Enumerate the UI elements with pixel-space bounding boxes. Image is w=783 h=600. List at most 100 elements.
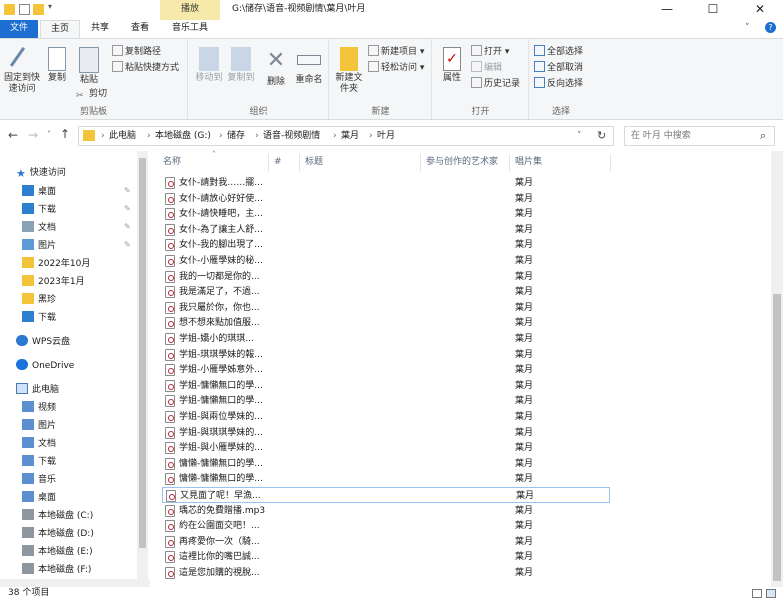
nav-pc-item[interactable]: 视频 (22, 399, 56, 417)
recent-locations-icon[interactable]: ˅ (47, 130, 51, 139)
move-to-button[interactable]: 移动到 (193, 45, 225, 84)
tab-file[interactable]: 文件 (0, 20, 38, 38)
select-all-button[interactable]: 全部选择 (534, 45, 583, 59)
tab-share[interactable]: 共享 (82, 20, 118, 38)
refresh-icon[interactable]: ↻ (597, 127, 606, 145)
close-button[interactable]: ✕ (737, 0, 783, 20)
open-button[interactable]: 打开 ▾ (471, 45, 509, 59)
customize-quick-access-icon[interactable]: ▾ (48, 2, 52, 11)
copy-button[interactable]: 复制 (42, 45, 72, 84)
nav-item[interactable]: 下载 (22, 201, 56, 219)
file-row[interactable]: 慵懶-慵懶無口的學... 葉月 (162, 471, 610, 487)
nav-pc-item[interactable]: 本地磁盘 (F:) (22, 561, 91, 579)
nav-pc-item[interactable]: 文档 (22, 435, 56, 453)
column-header-artist[interactable]: 参与创作的艺术家 (426, 154, 498, 170)
back-icon[interactable]: ← (8, 128, 18, 142)
nav-item[interactable]: 文档 (22, 219, 56, 237)
file-row[interactable]: 想不想來點加值服... 葉月 (162, 315, 610, 331)
file-list-scrollbar-thumb[interactable] (773, 294, 781, 581)
search-input[interactable]: 在 叶月 中搜索 (624, 126, 775, 146)
breadcrumb-chevron-icon[interactable]: › (255, 127, 259, 145)
rename-button[interactable]: 重命名 (293, 45, 325, 86)
column-header-title[interactable]: 标题 (305, 154, 323, 170)
nav-wps-cloud[interactable]: WPS云盘 (16, 333, 70, 351)
file-row[interactable]: 再疼愛你一次（騎... 葉月 (162, 534, 610, 550)
file-row[interactable]: 学姐-琪琪學妹的報... 葉月 (162, 347, 610, 363)
file-row[interactable]: 学姐-慵懶無口的學... 葉月 (162, 393, 610, 409)
file-row[interactable]: 学姐-小雁學姊意外... 葉月 (162, 362, 610, 378)
nav-pc-item[interactable]: 桌面 (22, 489, 56, 507)
file-row[interactable]: 慵懶-慵懶無口的學... 葉月 (162, 456, 610, 472)
file-row[interactable]: 這裡比你的嘴巴誠... 葉月 (162, 549, 610, 565)
breadcrumb-chevron-icon[interactable]: › (219, 127, 223, 145)
new-item-button[interactable]: 新建项目 ▾ (368, 45, 424, 59)
breadcrumb-chevron-icon[interactable]: › (333, 127, 337, 145)
copy-path-button[interactable]: 复制路径 (112, 45, 161, 59)
cut-button[interactable]: ✂ 剪切 (76, 87, 107, 101)
help-icon[interactable]: ? (765, 22, 776, 33)
up-icon[interactable]: ↑ (60, 127, 70, 141)
tab-view[interactable]: 查看 (122, 20, 158, 38)
nav-scrollbar-thumb[interactable] (139, 158, 146, 548)
select-none-button[interactable]: 全部取消 (534, 61, 583, 75)
nav-quick-access[interactable]: ★ 快速访问 (16, 164, 66, 182)
nav-item[interactable]: 2023年1月 (22, 273, 85, 291)
invert-selection-button[interactable]: 反向选择 (534, 77, 583, 91)
file-row[interactable]: 瑀芯的免費贈播.mp3 葉月 (162, 503, 610, 519)
nav-pc-item[interactable]: 图片 (22, 417, 56, 435)
breadcrumb-chevron-icon[interactable]: › (101, 127, 105, 145)
breadcrumb-storage[interactable]: 储存 (227, 127, 245, 145)
details-view-icon[interactable] (752, 589, 762, 598)
easy-access-button[interactable]: 轻松访问 ▾ (368, 61, 424, 75)
breadcrumb-this-pc[interactable]: 此电脑 (109, 127, 136, 145)
forward-icon[interactable]: → (28, 128, 38, 142)
file-row[interactable]: 女仆-請快睡吧，主... 葉月 (162, 206, 610, 222)
column-divider[interactable] (420, 154, 421, 172)
nav-onedrive[interactable]: OneDrive (16, 357, 74, 375)
pin-icon[interactable]: ✎ (124, 186, 131, 195)
breadcrumb-chevron-icon[interactable]: › (369, 127, 373, 145)
nav-pc-item[interactable]: 音乐 (22, 471, 56, 489)
column-divider[interactable] (610, 154, 611, 172)
paste-button[interactable]: 粘贴 (74, 45, 104, 86)
file-row[interactable]: 我只屬於你，你也... 葉月 (162, 300, 610, 316)
tab-music-tools[interactable]: 音乐工具 (162, 20, 218, 38)
nav-pc-item[interactable]: 本地磁盘 (E:) (22, 543, 93, 561)
history-button[interactable]: 历史记录 (471, 77, 520, 91)
nav-horizontal-scrollbar[interactable] (0, 579, 150, 587)
large-icons-view-icon[interactable] (766, 589, 776, 598)
file-row[interactable]: 我的一切都是你的... 葉月 (162, 269, 610, 285)
nav-item[interactable]: 2022年10月 (22, 255, 90, 273)
nav-item[interactable]: 黑珍 (22, 291, 56, 309)
file-row[interactable]: 学姐-慵懶無口的學... 葉月 (162, 378, 610, 394)
file-row[interactable]: 又見面了呢！早漁... 葉月 (162, 487, 610, 503)
nav-this-pc[interactable]: 此电脑 (16, 381, 59, 399)
file-row[interactable]: 女仆-請放心好好使... 葉月 (162, 191, 610, 207)
breadcrumb-current-folder[interactable]: 叶月 (377, 127, 395, 145)
tab-home[interactable]: 主页 (40, 20, 80, 38)
breadcrumb-audio-video[interactable]: 语音-视频剧情 (263, 127, 320, 145)
file-row[interactable]: 約在公園面交吧！... 葉月 (162, 518, 610, 534)
nav-pc-item[interactable]: 下载 (22, 453, 56, 471)
copy-to-button[interactable]: 复制到 (225, 45, 257, 84)
pin-icon[interactable]: ✎ (124, 222, 131, 231)
new-folder-button[interactable]: 新建文件夹 (334, 45, 364, 95)
nav-item[interactable]: 桌面 (22, 183, 56, 201)
file-row[interactable]: 女仆-小雁學妹的秘... 葉月 (162, 253, 610, 269)
file-row[interactable]: 学姐-與小雁學妹的... 葉月 (162, 440, 610, 456)
properties-button[interactable]: ✓ 属性 (437, 45, 467, 84)
nav-item[interactable]: 图片 (22, 237, 56, 255)
breadcrumb-drive-g[interactable]: 本地磁盘 (G:) (155, 127, 211, 145)
nav-pc-item[interactable]: 本地磁盘 (D:) (22, 525, 94, 543)
file-row[interactable]: 女仆-我的腳出現了... 葉月 (162, 237, 610, 253)
column-divider[interactable] (299, 154, 300, 172)
breadcrumb-hazuki[interactable]: 葉月 (341, 127, 359, 145)
file-row[interactable]: 女仆-請對我……擺... 葉月 (162, 175, 610, 191)
pin-quick-access-button[interactable]: 固定到快速访问 (2, 45, 42, 95)
file-row[interactable]: 女仆-為了讓主人舒... 葉月 (162, 222, 610, 238)
column-header-album[interactable]: 唱片集 (515, 154, 542, 170)
pin-icon[interactable]: ✎ (124, 204, 131, 213)
pin-icon[interactable]: ✎ (124, 240, 131, 249)
properties-icon[interactable] (19, 4, 30, 15)
address-bar[interactable]: › 此电脑 › 本地磁盘 (G:) › 储存 › 语音-视频剧情 › 葉月 › … (78, 126, 614, 146)
